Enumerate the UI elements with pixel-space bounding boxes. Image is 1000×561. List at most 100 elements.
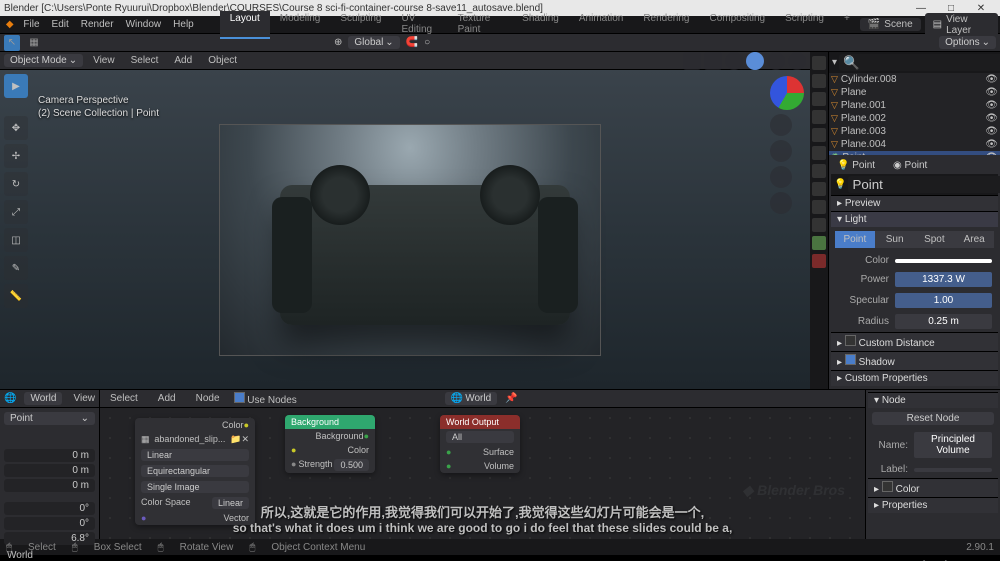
ws-tab-anim[interactable]: Animation	[569, 11, 633, 39]
tab-constraints-icon[interactable]	[812, 218, 826, 232]
point-dropdown[interactable]: Point⌄	[4, 412, 95, 425]
custom-distance-check[interactable]	[845, 335, 856, 346]
xray-toggle-icon[interactable]	[704, 52, 722, 70]
tab-material-icon[interactable]	[812, 254, 826, 268]
tool-rotate[interactable]: ↻	[4, 172, 28, 196]
panel-shadow[interactable]: ▸ Shadow	[831, 351, 998, 370]
transform-orientation[interactable]: Global ⌄	[348, 36, 399, 49]
ws-tab-texpaint[interactable]: Texture Paint	[448, 11, 513, 39]
tab-output-icon[interactable]	[812, 74, 826, 88]
vp-menu-object[interactable]: Object	[202, 55, 243, 66]
shading-rendered-icon[interactable]	[788, 52, 806, 70]
ws-tab-scripting[interactable]: Scripting	[775, 11, 834, 39]
tab-modifiers-icon[interactable]	[812, 164, 826, 178]
shadow-check[interactable]	[845, 354, 856, 365]
node-background[interactable]: Background Background ● ● Color ●Strengt…	[285, 415, 375, 473]
scene-selector[interactable]: 🎬Scene	[860, 18, 921, 31]
pin-icon[interactable]: 📌	[505, 393, 517, 404]
camera-gizmo-icon[interactable]	[770, 166, 792, 188]
viewlayer-selector[interactable]: ▤View Layer	[925, 13, 998, 37]
options-dropdown[interactable]: Options ⌄	[939, 36, 996, 49]
menu-help[interactable]: Help	[167, 19, 200, 30]
tab-scene-icon[interactable]	[812, 110, 826, 124]
node-canvas[interactable]: Color ● ▦abandoned_slip...📁✕ Linear Equi…	[100, 408, 865, 539]
val-0d-2[interactable]: 0°	[4, 517, 95, 530]
tab-view-icon[interactable]	[812, 92, 826, 106]
orientation-icon[interactable]: ⊕	[334, 37, 342, 48]
panel-custom-props[interactable]: ▸ Custom Properties	[831, 370, 998, 386]
persp-gizmo-icon[interactable]	[770, 192, 792, 214]
panel-node[interactable]: ▾ Node	[868, 392, 998, 408]
tool-cursor[interactable]: ✥	[4, 116, 28, 140]
ws-tab-sculpting[interactable]: Sculpting	[330, 11, 391, 39]
light-name-input[interactable]	[848, 176, 1000, 193]
proportional-icon[interactable]: ○	[424, 37, 430, 48]
specular-input[interactable]: 1.00	[895, 293, 992, 308]
outliner-mode-icon[interactable]: ▾	[832, 57, 837, 68]
shading-solid-icon[interactable]	[746, 52, 764, 70]
light-tab-point[interactable]: Point	[835, 231, 875, 248]
menu-window[interactable]: Window	[120, 19, 168, 30]
panel-preview[interactable]: ▸ Preview	[831, 195, 998, 211]
light-tab-sun[interactable]: Sun	[875, 231, 915, 248]
tab-object-icon[interactable]	[812, 146, 826, 160]
panel-custom-distance[interactable]: ▸ Custom Distance	[831, 332, 998, 351]
menu-edit[interactable]: Edit	[46, 19, 75, 30]
pan-gizmo-icon[interactable]	[770, 140, 792, 162]
vp-menu-view[interactable]: View	[87, 55, 121, 66]
panel-light[interactable]: ▾ Light	[831, 211, 998, 227]
nav-gizmo-icon[interactable]	[770, 76, 804, 110]
tab-particles-icon[interactable]	[812, 182, 826, 196]
panel-node-color[interactable]: ▸ Color	[868, 478, 998, 497]
image-browse-icon[interactable]: ▦	[141, 434, 150, 445]
bg-strength-input[interactable]: 0.500	[334, 459, 369, 471]
tool-transform[interactable]: ◫	[4, 228, 28, 252]
val-0m-2[interactable]: 0 m	[4, 464, 95, 477]
vp-menu-select[interactable]: Select	[125, 55, 165, 66]
tool-select-box[interactable]: ▶	[4, 74, 28, 98]
node-menu-add[interactable]: Add	[152, 393, 182, 404]
menu-render[interactable]: Render	[75, 19, 120, 30]
tool-measure[interactable]: 📏	[4, 284, 28, 308]
editor-type-icon[interactable]: 🌐	[4, 393, 16, 404]
select-visible-icon[interactable]: ▦	[26, 35, 42, 51]
color-swatch[interactable]	[895, 259, 992, 263]
datablock-icon[interactable]: 💡	[834, 179, 846, 190]
menu-file[interactable]: File	[17, 19, 45, 30]
world-selector[interactable]: 🌐 World	[445, 392, 497, 405]
tool-move[interactable]: ✢	[4, 144, 28, 168]
val-0m-3[interactable]: 0 m	[4, 479, 95, 492]
node-menu-node[interactable]: Node	[190, 393, 226, 404]
val-0d-1[interactable]: 0°	[4, 502, 95, 515]
ws-tab-compositing[interactable]: Compositing	[699, 11, 775, 39]
overlay-toggle-icon[interactable]	[683, 52, 701, 70]
node-world-output[interactable]: World Output All ● Surface ● Volume	[440, 415, 520, 473]
ws-tab-layout[interactable]: Layout	[220, 11, 270, 39]
tab-physics-icon[interactable]	[812, 200, 826, 214]
world-selector-left[interactable]: World	[24, 392, 62, 405]
val-0m-1[interactable]: 0 m	[4, 449, 95, 462]
ws-tab-shading[interactable]: Shading	[512, 11, 569, 39]
light-tab-spot[interactable]: Spot	[915, 231, 955, 248]
tab-data-icon[interactable]	[812, 236, 826, 250]
tool-annotate[interactable]: ✎	[4, 256, 28, 280]
use-nodes-check[interactable]	[234, 392, 245, 403]
ws-tab-modeling[interactable]: Modeling	[270, 11, 331, 39]
tab-world-icon[interactable]	[812, 128, 826, 142]
viewport-canvas[interactable]: ▶ ✥ ✢ ↻ ⤢ ◫ ✎ 📏 Camera Perspective (2) S…	[0, 70, 810, 389]
ws-tab-rendering[interactable]: Rendering	[633, 11, 699, 39]
outliner[interactable]: ▽Cylinder.008👁 ▽Plane👁 ▽Plane.001👁 ▽Plan…	[829, 73, 1000, 155]
snap-icon[interactable]: 🧲	[406, 37, 418, 48]
shading-wireframe-icon[interactable]	[725, 52, 743, 70]
panel-node-props[interactable]: ▸ Properties	[868, 497, 998, 513]
zoom-gizmo-icon[interactable]	[770, 114, 792, 136]
ws-tab-add[interactable]: +	[834, 11, 860, 39]
shading-matprev-icon[interactable]	[767, 52, 785, 70]
vp-menu-add[interactable]: Add	[168, 55, 198, 66]
node-label-input[interactable]	[914, 468, 992, 472]
node-name-input[interactable]: Principled Volume	[914, 432, 992, 458]
reset-node-button[interactable]: Reset Node	[872, 412, 994, 425]
mode-selector[interactable]: Object Mode ⌄	[4, 54, 83, 67]
outliner-search-input[interactable]	[839, 54, 1000, 71]
radius-input[interactable]: 0.25 m	[895, 314, 992, 329]
